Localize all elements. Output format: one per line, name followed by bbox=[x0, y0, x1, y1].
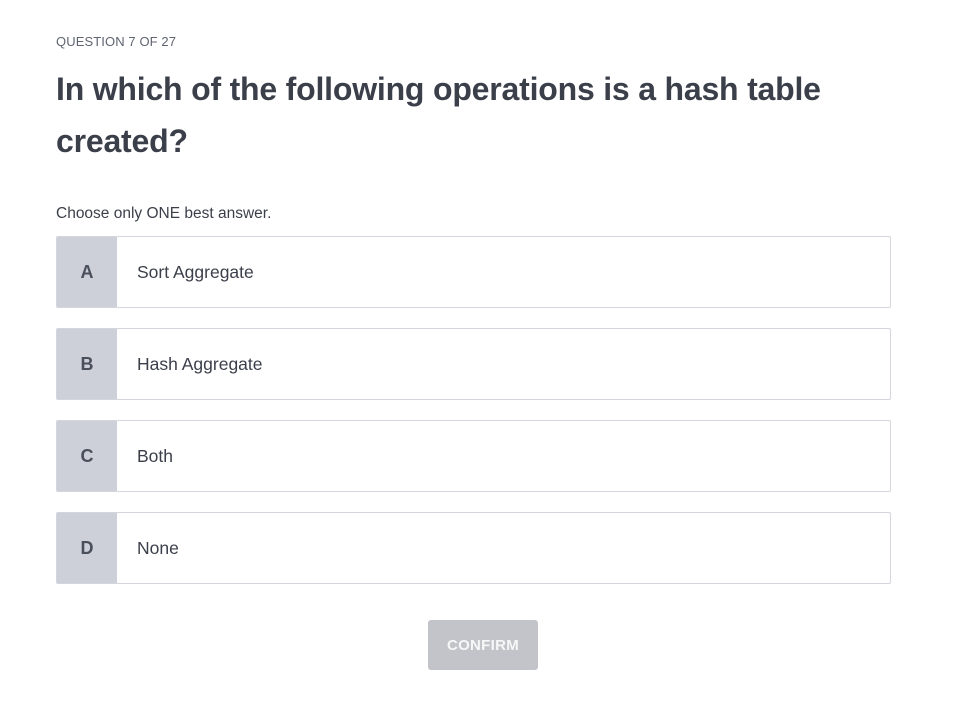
option-label: Hash Aggregate bbox=[137, 353, 263, 374]
option-a[interactable]: A Sort Aggregate bbox=[56, 236, 891, 308]
answer-instruction: Choose only ONE best answer. bbox=[56, 205, 272, 222]
option-letter: A bbox=[57, 237, 117, 307]
confirm-area: CONFIRM bbox=[0, 620, 958, 670]
option-b[interactable]: B Hash Aggregate bbox=[56, 328, 891, 400]
option-c[interactable]: C Both bbox=[56, 420, 891, 492]
confirm-button[interactable]: CONFIRM bbox=[428, 620, 538, 670]
option-letter: D bbox=[57, 513, 117, 583]
option-label: Both bbox=[137, 445, 173, 466]
option-label: None bbox=[137, 537, 179, 558]
question-text: In which of the following operations is … bbox=[56, 71, 821, 159]
answer-options: A Sort Aggregate B Hash Aggregate C Both… bbox=[56, 236, 891, 584]
option-letter: C bbox=[57, 421, 117, 491]
quiz-container: QUESTION 7 OF 27 In which of the followi… bbox=[56, 0, 891, 604]
question-progress: QUESTION 7 OF 27 bbox=[56, 34, 177, 49]
option-d[interactable]: D None bbox=[56, 512, 891, 584]
option-letter: B bbox=[57, 329, 117, 399]
option-label: Sort Aggregate bbox=[137, 261, 254, 282]
